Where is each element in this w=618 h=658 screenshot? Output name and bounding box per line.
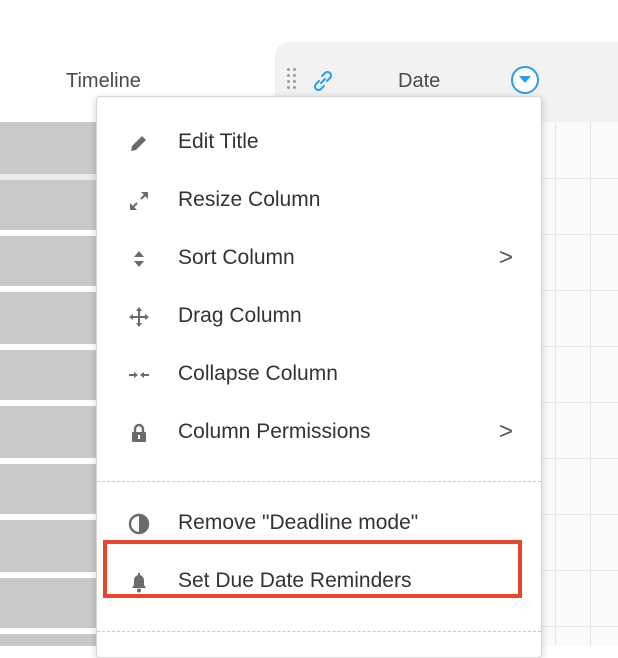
menu-divider — [97, 481, 541, 482]
menu-item-label: Column Permissions — [178, 420, 371, 443]
board-row — [0, 520, 100, 572]
sort-icon — [127, 247, 151, 271]
grid-line — [540, 346, 618, 347]
column-menu-button[interactable] — [511, 66, 539, 94]
board-row — [0, 406, 100, 458]
menu-item-resize-column[interactable]: Resize Column — [97, 175, 541, 227]
highlight-box — [103, 540, 522, 598]
grid-line — [540, 514, 618, 515]
board-row — [0, 122, 100, 174]
grid-line — [540, 626, 618, 627]
link-icon[interactable] — [310, 68, 336, 99]
menu-item-label: Sort Column — [178, 246, 295, 269]
date-column-title: Date — [398, 70, 441, 92]
menu-item-label: Edit Title — [178, 130, 259, 153]
grid-line — [590, 122, 591, 646]
menu-item-collapse-column[interactable]: Collapse Column — [97, 349, 541, 401]
column-header-timeline[interactable]: Timeline — [66, 70, 141, 93]
resize-icon — [127, 189, 151, 213]
grid-line — [540, 570, 618, 571]
board-row — [0, 464, 100, 514]
lock-icon — [127, 421, 151, 445]
grid-line — [540, 458, 618, 459]
grid-line — [555, 122, 556, 646]
collapse-icon — [127, 363, 151, 387]
menu-item-sort-column[interactable]: Sort Column > — [97, 233, 541, 285]
chevron-right-icon: > — [499, 244, 514, 271]
board-row — [0, 236, 100, 286]
board-row — [0, 350, 100, 400]
board-row — [0, 578, 100, 628]
menu-item-label: Drag Column — [178, 304, 302, 327]
pencil-icon — [127, 131, 151, 155]
menu-item-label: Remove "Deadline mode" — [178, 511, 419, 534]
menu-item-drag-column[interactable]: Drag Column — [97, 291, 541, 343]
menu-divider — [97, 631, 541, 632]
board-row — [0, 634, 100, 646]
grid-line — [540, 234, 618, 235]
caret-down-icon — [519, 76, 531, 83]
half-circle-icon — [127, 512, 151, 536]
move-icon — [127, 305, 151, 329]
menu-item-label: Collapse Column — [178, 362, 338, 385]
menu-item-column-permissions[interactable]: Column Permissions > — [97, 407, 541, 459]
grid-area — [540, 122, 618, 646]
chevron-right-icon: > — [499, 418, 514, 445]
grid-line — [540, 178, 618, 179]
drag-handle-icon[interactable] — [287, 68, 301, 94]
grid-line — [540, 402, 618, 403]
grid-line — [540, 290, 618, 291]
board-row — [0, 292, 100, 344]
menu-item-edit-title[interactable]: Edit Title — [97, 117, 541, 169]
board-row — [0, 180, 100, 230]
menu-item-label: Resize Column — [178, 188, 321, 211]
